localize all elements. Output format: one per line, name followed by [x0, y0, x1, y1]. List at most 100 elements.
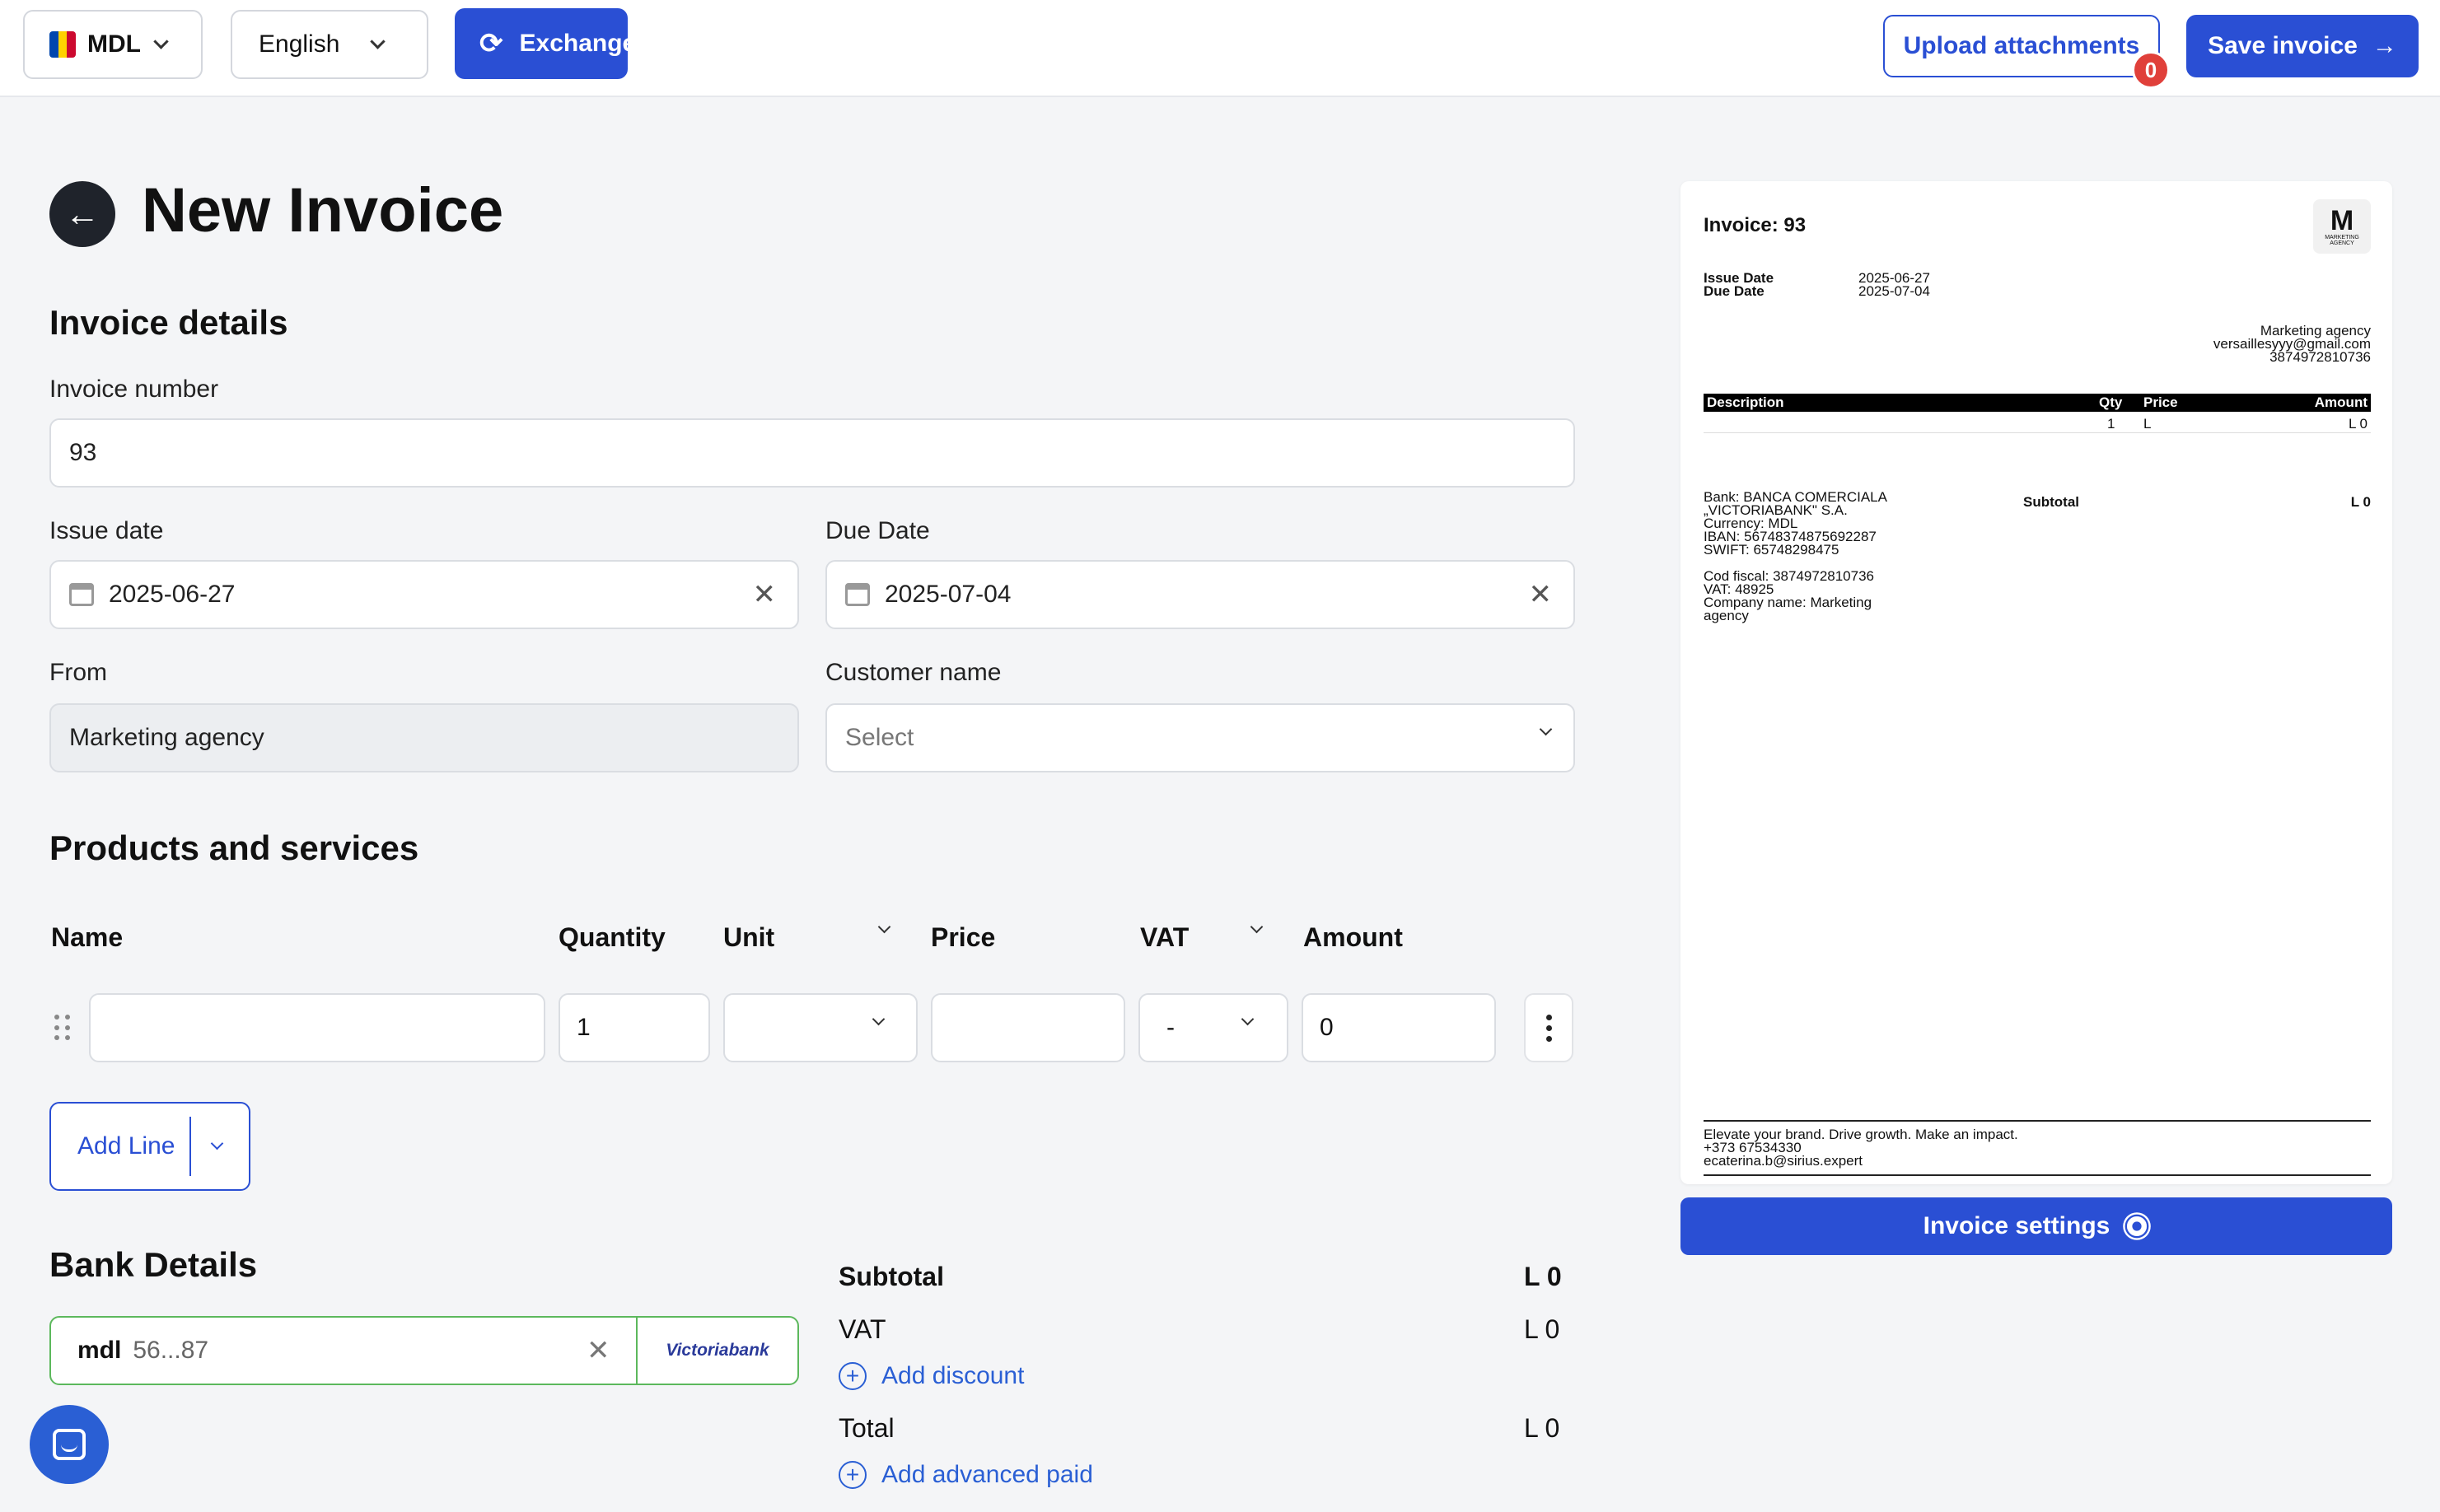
preview-company-phone: 3874972810736 — [2269, 349, 2371, 365]
add-line-button[interactable]: Add Line — [49, 1102, 250, 1191]
attachments-count-badge: 0 — [2132, 51, 2170, 89]
clear-icon[interactable]: ✕ — [587, 1334, 610, 1367]
back-button[interactable]: ← — [49, 181, 115, 247]
total-label: Total — [839, 1413, 895, 1443]
issue-date-value: 2025-06-27 — [109, 581, 236, 608]
currency-label: MDL — [87, 30, 141, 58]
preview-row-qty: 1 — [2107, 416, 2115, 432]
save-invoice-label: Save invoice — [2208, 32, 2358, 59]
invoice-number-input[interactable]: 93 — [49, 418, 1575, 488]
calendar-icon — [845, 583, 870, 606]
preview-due-date: 2025-07-04 — [1858, 283, 1930, 299]
chevron-down-icon — [1241, 1012, 1255, 1026]
logo-letter: M — [2330, 205, 2354, 236]
column-vat: VAT — [1140, 922, 1190, 952]
subtotal-label: Subtotal — [839, 1262, 944, 1291]
column-price: Price — [931, 922, 996, 952]
preview-col-qty: Qty — [2099, 394, 2123, 410]
invoice-preview: Invoice: 93 M MARKETING AGENCY Issue Dat… — [1680, 181, 2392, 1184]
bank-account-masked: 56...87 — [133, 1337, 209, 1364]
amount-input[interactable]: 0 — [1302, 993, 1496, 1062]
chevron-down-icon — [153, 33, 169, 49]
preview-subtotal-label: Subtotal — [2023, 494, 2079, 510]
preview-company-line: agency — [1704, 608, 1749, 623]
moldova-flag-icon — [49, 31, 76, 58]
vat-column-chevron-icon[interactable] — [1250, 920, 1264, 934]
chevron-down-icon — [370, 33, 386, 49]
from-field: Marketing agency — [49, 703, 799, 772]
exchange-label: Exchange — [519, 30, 637, 57]
invoice-number-label: Invoice number — [49, 376, 219, 403]
bank-account-select[interactable]: mdl 56...87 ✕ Victoriabank — [49, 1316, 799, 1385]
language-selector[interactable]: English — [231, 10, 428, 79]
preview-bank-line: SWIFT: 65748298475 — [1704, 542, 1839, 558]
total-value: L 0 — [1524, 1413, 1560, 1443]
clear-icon[interactable]: ✕ — [1529, 578, 1553, 611]
chat-icon — [53, 1429, 86, 1460]
column-quantity: Quantity — [559, 922, 666, 952]
invoice-settings-label: Invoice settings — [1923, 1212, 2110, 1239]
from-label: From — [49, 659, 107, 686]
column-unit: Unit — [723, 922, 775, 952]
quantity-input[interactable]: 1 — [559, 993, 710, 1062]
preview-col-amount: Amount — [2314, 394, 2368, 410]
customer-select[interactable]: Select — [825, 703, 1575, 772]
add-discount-link[interactable]: + Add discount — [839, 1362, 1024, 1390]
due-date-input[interactable]: 2025-07-04 ✕ — [825, 560, 1575, 629]
unit-column-chevron-icon[interactable] — [877, 920, 891, 934]
save-invoice-button[interactable]: Save invoice → — [2186, 15, 2419, 77]
add-discount-label: Add discount — [881, 1362, 1025, 1389]
vat-value: - — [1166, 1014, 1175, 1041]
add-advanced-paid-label: Add advanced paid — [881, 1461, 1093, 1488]
invoice-settings-button[interactable]: Invoice settings — [1680, 1197, 2392, 1255]
upload-attachments-label: Upload attachments — [1903, 32, 2140, 59]
column-amount: Amount — [1303, 922, 1403, 952]
top-bar: MDL English ⟳ Exchange Upload attachment… — [0, 0, 2440, 97]
unit-select[interactable] — [723, 993, 918, 1062]
customer-placeholder: Select — [845, 724, 914, 751]
products-services-title: Products and services — [49, 828, 419, 867]
customer-name-label: Customer name — [825, 659, 1002, 686]
vat-select[interactable]: - — [1138, 993, 1288, 1062]
vat-label: VAT — [839, 1314, 886, 1344]
page-title: New Invoice — [142, 175, 504, 245]
upload-attachments-button[interactable]: Upload attachments — [1883, 15, 2160, 77]
arrow-left-icon: ← — [65, 194, 100, 233]
chevron-down-icon[interactable] — [210, 1136, 224, 1150]
preview-footer-divider — [1704, 1120, 2371, 1122]
preview-footer-bottom-line — [1704, 1174, 2371, 1176]
due-date-value: 2025-07-04 — [885, 581, 1012, 608]
price-input[interactable] — [931, 993, 1125, 1062]
column-name: Name — [51, 922, 124, 952]
issue-date-label: Issue date — [49, 517, 164, 544]
invoice-number-value: 93 — [69, 439, 97, 466]
preview-company-info: Cod fiscal: 3874972810736 VAT: 48925 Com… — [1704, 569, 1874, 623]
preview-table-row: 1 L L 0 — [1704, 415, 2371, 433]
preview-subtotal-value: L 0 — [2350, 494, 2371, 510]
exchange-button[interactable]: ⟳ Exchange — [455, 8, 636, 79]
amount-value: 0 — [1320, 1014, 1334, 1041]
issue-date-input[interactable]: 2025-06-27 ✕ — [49, 560, 799, 629]
plus-circle-icon: + — [839, 1362, 867, 1390]
clear-icon[interactable]: ✕ — [753, 578, 777, 611]
row-options-icon[interactable] — [1524, 993, 1573, 1062]
product-name-input[interactable] — [89, 993, 545, 1062]
chat-support-button[interactable] — [30, 1405, 109, 1484]
preview-bank-info: Bank: BANCA COMERCIALA „VICTORIABANK" S.… — [1704, 490, 1887, 558]
add-line-label: Add Line — [77, 1132, 175, 1160]
calendar-icon — [69, 583, 94, 606]
refresh-icon: ⟳ — [479, 28, 503, 59]
chevron-down-icon — [872, 1012, 886, 1026]
preview-footer: Elevate your brand. Drive growth. Make a… — [1704, 1127, 2018, 1168]
preview-due-date-label: Due Date — [1704, 283, 1765, 299]
plus-circle-icon: + — [839, 1461, 867, 1489]
add-advanced-paid-link[interactable]: + Add advanced paid — [839, 1461, 1093, 1489]
from-value: Marketing agency — [69, 724, 264, 751]
currency-selector[interactable]: MDL — [23, 10, 203, 79]
drag-handle-icon[interactable] — [54, 1015, 71, 1041]
bank-currency: mdl — [77, 1337, 122, 1364]
company-logo: M MARKETING AGENCY — [2313, 199, 2371, 254]
language-label: English — [259, 30, 340, 58]
preview-row-amount: L 0 — [2348, 416, 2368, 432]
preview-table-header: Description Qty Price Amount — [1704, 394, 2371, 412]
